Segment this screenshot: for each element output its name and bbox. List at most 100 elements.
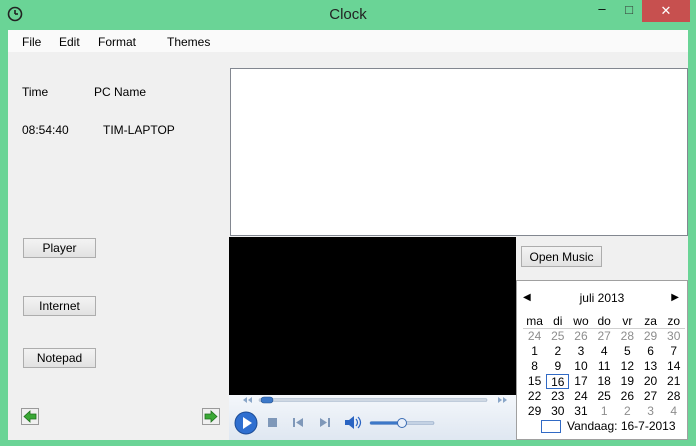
text-panel[interactable] (230, 68, 688, 236)
calendar-day[interactable]: 1 (523, 344, 546, 359)
today-marker-icon (541, 420, 561, 434)
menu-bar: File Edit Format Themes (8, 30, 688, 52)
pc-name-value: TIM-LAPTOP (103, 123, 175, 137)
calendar-today-link[interactable]: Vandaag: 16-7-2013 (541, 419, 676, 434)
seek-rewind-icon (243, 397, 252, 403)
calendar-day[interactable]: 11 (593, 359, 616, 374)
calendar-day[interactable]: 2 (616, 404, 639, 419)
maximize-icon: □ (625, 2, 633, 17)
forward-button[interactable] (202, 408, 220, 425)
calendar-day[interactable]: 19 (616, 374, 639, 389)
previous-icon[interactable] (293, 418, 303, 427)
calendar-day[interactable]: 8 (523, 359, 546, 374)
calendar-day-today[interactable]: 16 (546, 374, 570, 389)
menu-themes[interactable]: Themes (167, 35, 210, 49)
calendar-weekday-row: ma di wo do vr za zo (523, 314, 686, 329)
calendar-day[interactable]: 13 (639, 359, 662, 374)
calendar-day[interactable]: 26 (569, 329, 592, 344)
calendar-day[interactable]: 12 (616, 359, 639, 374)
volume-thumb[interactable] (397, 418, 407, 428)
menu-edit[interactable]: Edit (59, 35, 80, 49)
calendar-day[interactable]: 20 (639, 374, 662, 389)
time-header: Time (22, 85, 49, 99)
calendar-day[interactable]: 30 (662, 329, 685, 344)
calendar-day[interactable]: 25 (546, 329, 569, 344)
menu-file[interactable]: File (22, 35, 41, 49)
weekday-label: di (546, 314, 570, 329)
arrow-right-icon (204, 410, 218, 423)
calendar-day[interactable]: 21 (662, 374, 685, 389)
calendar-day[interactable]: 4 (593, 344, 616, 359)
calendar-day[interactable]: 29 (523, 404, 546, 419)
calendar-day[interactable]: 17 (569, 374, 592, 389)
volume-icon[interactable] (345, 416, 362, 429)
calendar-day[interactable]: 14 (662, 359, 685, 374)
next-month-icon[interactable]: ▶ (671, 292, 679, 303)
media-controls (229, 395, 516, 440)
calendar-day[interactable]: 1 (593, 404, 616, 419)
calendar-day[interactable]: 27 (593, 329, 616, 344)
player-button[interactable]: Player (23, 238, 96, 258)
calendar-day[interactable]: 15 (523, 374, 546, 389)
calendar-day[interactable]: 29 (639, 329, 662, 344)
calendar-day[interactable]: 3 (639, 404, 662, 419)
calendar-day[interactable]: 28 (662, 389, 685, 404)
internet-button[interactable]: Internet (23, 296, 96, 316)
calendar-day[interactable]: 9 (546, 359, 569, 374)
seek-bar[interactable] (258, 398, 488, 402)
time-value: 08:54:40 (22, 123, 69, 137)
calendar-day[interactable]: 3 (569, 344, 592, 359)
calendar-day[interactable]: 2 (546, 344, 569, 359)
next-icon[interactable] (320, 418, 330, 427)
close-button[interactable]: ✕ (642, 0, 690, 22)
weekday-label: wo (569, 314, 593, 329)
calendar-grid: ma di wo do vr za zo 24 25 26 27 28 29 3… (523, 314, 686, 419)
calendar-day[interactable]: 24 (523, 329, 546, 344)
calendar-week-row: 15 16 17 18 19 20 21 (523, 374, 685, 389)
calendar-day[interactable]: 22 (523, 389, 546, 404)
back-button[interactable] (21, 408, 39, 425)
maximize-button[interactable]: □ (616, 0, 642, 22)
calendar-day[interactable]: 25 (593, 389, 616, 404)
calendar-week-row: 24 25 26 27 28 29 30 (523, 329, 685, 344)
calendar-day[interactable]: 27 (639, 389, 662, 404)
app-window: Clock – □ ✕ File Edit Format Themes Time… (0, 0, 696, 446)
calendar-day[interactable]: 6 (639, 344, 662, 359)
weekday-label: zo (662, 314, 686, 329)
calendar-week-row: 8 9 10 11 12 13 14 (523, 359, 685, 374)
menu-format[interactable]: Format (98, 35, 136, 49)
calendar-day[interactable]: 24 (569, 389, 592, 404)
calendar-header: ◀ juli 2013 ▶ (517, 291, 687, 307)
calendar-week-row: 1 2 3 4 5 6 7 (523, 344, 685, 359)
calendar-day[interactable]: 10 (569, 359, 592, 374)
today-label: Vandaag: 16-7-2013 (567, 419, 676, 433)
calendar-day[interactable]: 18 (593, 374, 616, 389)
calendar-week-row: 29 30 31 1 2 3 4 (523, 404, 685, 419)
pc-name-header: PC Name (94, 85, 147, 99)
close-icon: ✕ (660, 3, 672, 18)
minimize-button[interactable]: – (588, 0, 616, 22)
calendar-day[interactable]: 26 (616, 389, 639, 404)
weekday-label: za (638, 314, 663, 329)
client-area: File Edit Format Themes Time PC Name 08:… (8, 30, 688, 440)
calendar-day[interactable]: 30 (546, 404, 569, 419)
calendar-day[interactable]: 4 (662, 404, 685, 419)
notepad-button[interactable]: Notepad (23, 348, 96, 368)
calendar-day[interactable]: 23 (546, 389, 569, 404)
calendar-day[interactable]: 28 (616, 329, 639, 344)
calendar-month-label[interactable]: juli 2013 (517, 291, 687, 305)
weekday-label: ma (523, 314, 547, 329)
calendar-week-row: 22 23 24 25 26 27 28 (523, 389, 685, 404)
stop-icon[interactable] (268, 418, 277, 427)
seek-forward-icon (498, 397, 507, 403)
seek-thumb[interactable] (260, 396, 274, 404)
month-calendar[interactable]: ◀ juli 2013 ▶ ma di wo do vr za zo 24 25… (516, 280, 688, 440)
minimize-icon: – (598, 1, 606, 16)
calendar-day[interactable]: 5 (616, 344, 639, 359)
calendar-day[interactable]: 31 (569, 404, 592, 419)
arrow-left-icon (23, 410, 37, 423)
title-bar[interactable]: Clock – □ ✕ (0, 0, 696, 30)
open-music-button[interactable]: Open Music (521, 246, 602, 267)
video-display[interactable] (229, 237, 516, 395)
calendar-day[interactable]: 7 (662, 344, 685, 359)
